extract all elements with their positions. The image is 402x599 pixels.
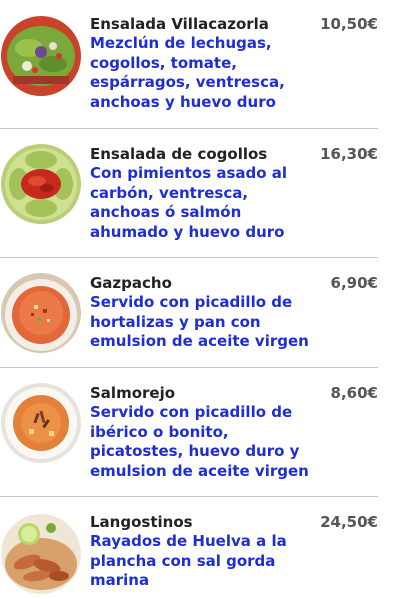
divider	[0, 367, 378, 368]
dish-price: 8,60€	[330, 384, 378, 402]
description-line: Servido con picadillo de	[90, 403, 293, 421]
divider	[0, 496, 378, 497]
dish-description: Servido con picadillo de hortalizas y pa…	[90, 293, 309, 352]
dish-name: Salmorejo	[90, 384, 176, 402]
dish-name: Langostinos	[90, 513, 193, 531]
divider	[0, 257, 378, 258]
dish-description: Rayados de Huelva a la plancha con sal g…	[90, 532, 305, 591]
description-line: hortalizas y pan con	[90, 312, 261, 331]
description-line: picatostes, huevo duro y	[90, 442, 300, 461]
menu-list: Ensalada Villacazorla Mezclún de lechuga…	[0, 0, 402, 599]
grilled-prawns-photo	[1, 514, 81, 594]
menu-item-salmorejo[interactable]: Salmorejo Servido con picadillo de ibéri…	[0, 383, 378, 483]
dish-name: Ensalada Villacazorla	[90, 15, 269, 33]
dish-price: 24,50€	[320, 513, 378, 531]
description-line: espárragos, ventresca,	[90, 73, 285, 92]
description-line: Con pimientos asado al	[90, 164, 288, 182]
salmorejo-bowl-photo	[1, 383, 81, 463]
gazpacho-bowl-photo	[1, 273, 81, 353]
description-line: carbón, ventresca,	[90, 183, 249, 202]
dish-price: 10,50€	[320, 15, 378, 33]
lettuce-hearts-salad-photo	[1, 144, 81, 224]
dish-description: Servido con picadillo de ibérico o bonit…	[90, 403, 309, 482]
dish-name: Gazpacho	[90, 274, 172, 292]
menu-item-gazpacho[interactable]: Gazpacho Servido con picadillo de hortal…	[0, 273, 378, 353]
divider	[0, 128, 378, 129]
menu-item-langostinos[interactable]: Langostinos Rayados de Huelva a la planc…	[0, 512, 378, 594]
menu-item-ensalada-de-cogollos[interactable]: Ensalada de cogollos Con pimientos asado…	[0, 144, 378, 244]
description-line: marina	[90, 571, 150, 590]
dish-price: 16,30€	[320, 145, 378, 163]
dish-description: Mezclún de lechugas, cogollos, tomate, e…	[90, 34, 305, 113]
dish-name: Ensalada de cogollos	[90, 145, 268, 163]
description-line: plancha con sal gorda	[90, 551, 276, 570]
description-line: ibérico o bonito,	[90, 422, 229, 441]
description-line: anchoas y huevo duro	[90, 93, 276, 112]
description-line: Mezclún de lechugas,	[90, 34, 272, 52]
menu-item-ensalada-villacazorla[interactable]: Ensalada Villacazorla Mezclún de lechuga…	[0, 14, 378, 114]
description-line: cogollos, tomate,	[90, 53, 237, 72]
dish-description: Con pimientos asado al carbón, ventresca…	[90, 164, 305, 243]
description-line: ahumado y huevo duro	[90, 223, 285, 242]
description-line: anchoas ó salmón	[90, 203, 242, 222]
description-line: Rayados de Huelva a la	[90, 532, 287, 550]
description-line: emulsion de aceite virgen	[90, 332, 309, 351]
description-line: emulsion de aceite virgen	[90, 462, 309, 481]
mixed-salad-photo	[1, 16, 81, 96]
description-line: Servido con picadillo de	[90, 293, 293, 311]
dish-price: 6,90€	[330, 274, 378, 292]
